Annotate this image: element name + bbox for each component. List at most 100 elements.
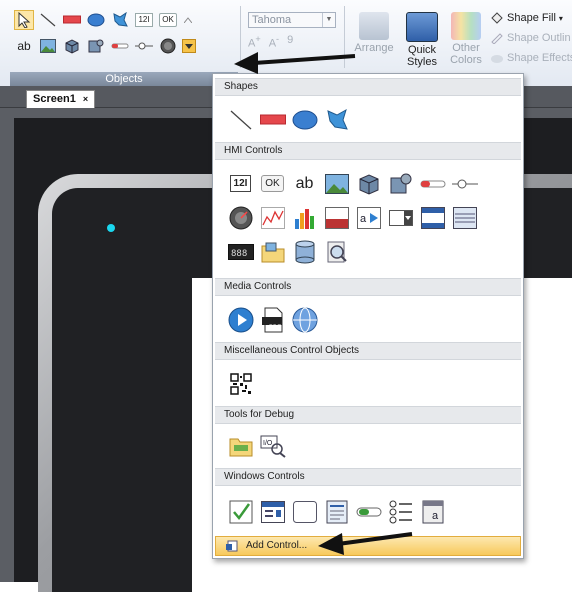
toggle-icon — [356, 507, 381, 516]
bar-chart-control-item[interactable] — [291, 204, 318, 231]
chevron-up-icon — [184, 17, 192, 23]
arrange-button[interactable]: Arrange — [354, 12, 394, 54]
section-shapes: Shapes — [215, 78, 521, 96]
label-control-item[interactable]: 12I — [227, 170, 254, 197]
shape-fill-button[interactable]: Shape Fill ▾ — [490, 12, 563, 24]
pointer-tool-button[interactable] — [14, 10, 34, 30]
status-window-icon — [420, 206, 445, 229]
rectangle-tool-button[interactable] — [62, 10, 82, 30]
pipe-icon — [451, 179, 478, 188]
shape-effects-button[interactable]: Shape Effects — [490, 52, 572, 64]
rectangle-icon — [63, 15, 81, 24]
ok-button-tool[interactable]: OK — [158, 10, 178, 30]
qr-code-item[interactable] — [227, 370, 254, 397]
label-window-icon: a — [422, 500, 443, 523]
radio-list-icon — [389, 500, 412, 523]
list-window-icon — [452, 206, 477, 229]
globe-icon — [292, 307, 317, 332]
tab-screen1[interactable]: Screen1 × — [26, 90, 96, 108]
gauge-control-item[interactable] — [227, 204, 254, 231]
picture-icon — [40, 39, 56, 53]
folder-control-item[interactable] — [259, 238, 286, 265]
ellipse-tool-button[interactable] — [86, 10, 106, 30]
report-control-item[interactable] — [323, 238, 350, 265]
database-control-item[interactable] — [291, 238, 318, 265]
svg-text:888: 888 — [231, 249, 247, 259]
other-colors-button[interactable]: Other Colors — [446, 12, 486, 66]
text-io-control-item[interactable]: a — [355, 204, 382, 231]
io-inspector-icon: I/O — [260, 435, 286, 458]
chevron-down-icon[interactable]: ▼ — [322, 13, 335, 27]
quick-styles-icon — [406, 12, 438, 42]
cube-icon — [65, 39, 79, 54]
slider-tool-button[interactable] — [110, 36, 130, 56]
font-name-combo[interactable]: Tahoma ▼ — [248, 12, 336, 28]
text-control-label: ab — [295, 174, 314, 192]
label-window-control-item[interactable]: a — [419, 498, 446, 525]
group-control-item[interactable] — [355, 170, 382, 197]
list-control-item[interactable] — [451, 204, 478, 231]
panel-icon — [292, 500, 317, 523]
close-icon[interactable]: × — [83, 94, 88, 104]
io-inspector-item[interactable]: I/O — [259, 432, 286, 459]
shape-outline-button[interactable]: Shape Outlin — [490, 32, 571, 44]
gauge-tool-button[interactable] — [158, 36, 178, 56]
section-misc-controls: Miscellaneous Control Objects — [215, 342, 521, 360]
knob-line-tool-button[interactable] — [134, 36, 154, 56]
pipe-control-item[interactable] — [451, 170, 478, 197]
animation-control-item[interactable] — [387, 170, 414, 197]
effects-icon — [491, 55, 503, 63]
rectangle-icon — [259, 114, 286, 124]
gallery-expand-button[interactable] — [182, 39, 196, 53]
hmi-row-3: 888 — [227, 238, 350, 265]
radio-list-control-item[interactable] — [387, 498, 414, 525]
digital-display-control-item[interactable]: 888 — [227, 238, 254, 265]
checkbox-control-item[interactable] — [227, 498, 254, 525]
button-control-item[interactable]: OK — [259, 170, 286, 197]
gallery-scroll-up[interactable] — [182, 10, 194, 30]
group-object-button[interactable] — [62, 36, 82, 56]
debug-log-item[interactable] — [227, 432, 254, 459]
picture-control-item[interactable] — [323, 170, 350, 197]
ellipse-icon — [87, 13, 105, 27]
slider-control-item[interactable] — [419, 170, 446, 197]
quick-styles-label: Quick — [407, 44, 437, 56]
text-control-item[interactable]: ab — [291, 170, 318, 197]
paint-bucket-icon — [491, 12, 503, 24]
polygon-shape-item[interactable] — [323, 106, 350, 133]
web-browser-item[interactable] — [291, 306, 318, 333]
label-tool-button[interactable]: 12I — [134, 10, 154, 30]
status-bar-control-item[interactable] — [419, 204, 446, 231]
ok-box-text: OK — [159, 13, 177, 27]
textbox-control-item[interactable] — [323, 498, 350, 525]
ellipse-shape-item[interactable] — [291, 106, 318, 133]
quick-styles-button[interactable]: Quick Styles — [402, 12, 442, 68]
arrange-icon — [359, 12, 389, 40]
polygon-tool-button[interactable] — [110, 10, 130, 30]
magnifier-report-icon — [327, 241, 347, 262]
line-icon — [230, 110, 251, 129]
text-tool-button[interactable]: ab — [14, 36, 34, 56]
alarm-control-item[interactable] — [323, 204, 350, 231]
alarm-window-icon — [324, 206, 349, 229]
objects-gallery-menu: Shapes HMI Controls 12I OK ab a 888 Medi… — [212, 73, 524, 559]
panel-control-item[interactable] — [291, 498, 318, 525]
gauge-icon — [160, 38, 176, 54]
selection-handle[interactable] — [107, 224, 115, 232]
media-player-item[interactable] — [227, 306, 254, 333]
svg-text:a: a — [360, 213, 367, 225]
trend-control-item[interactable] — [259, 204, 286, 231]
listview-control-item[interactable] — [259, 498, 286, 525]
line-shape-item[interactable] — [227, 106, 254, 133]
rectangle-shape-item[interactable] — [259, 106, 286, 133]
debug-row: I/O — [227, 432, 286, 459]
font-name-value: Tahoma — [252, 14, 292, 26]
trend-chart-icon — [260, 206, 285, 229]
animated-object-button[interactable] — [86, 36, 106, 56]
combobox-control-item[interactable] — [387, 204, 414, 231]
picture-tool-button[interactable] — [38, 36, 58, 56]
shape-outline-label: Shape Outlin — [507, 32, 571, 44]
add-control-icon — [226, 540, 238, 552]
toggle-control-item[interactable] — [355, 498, 382, 525]
line-tool-button[interactable] — [38, 10, 58, 30]
